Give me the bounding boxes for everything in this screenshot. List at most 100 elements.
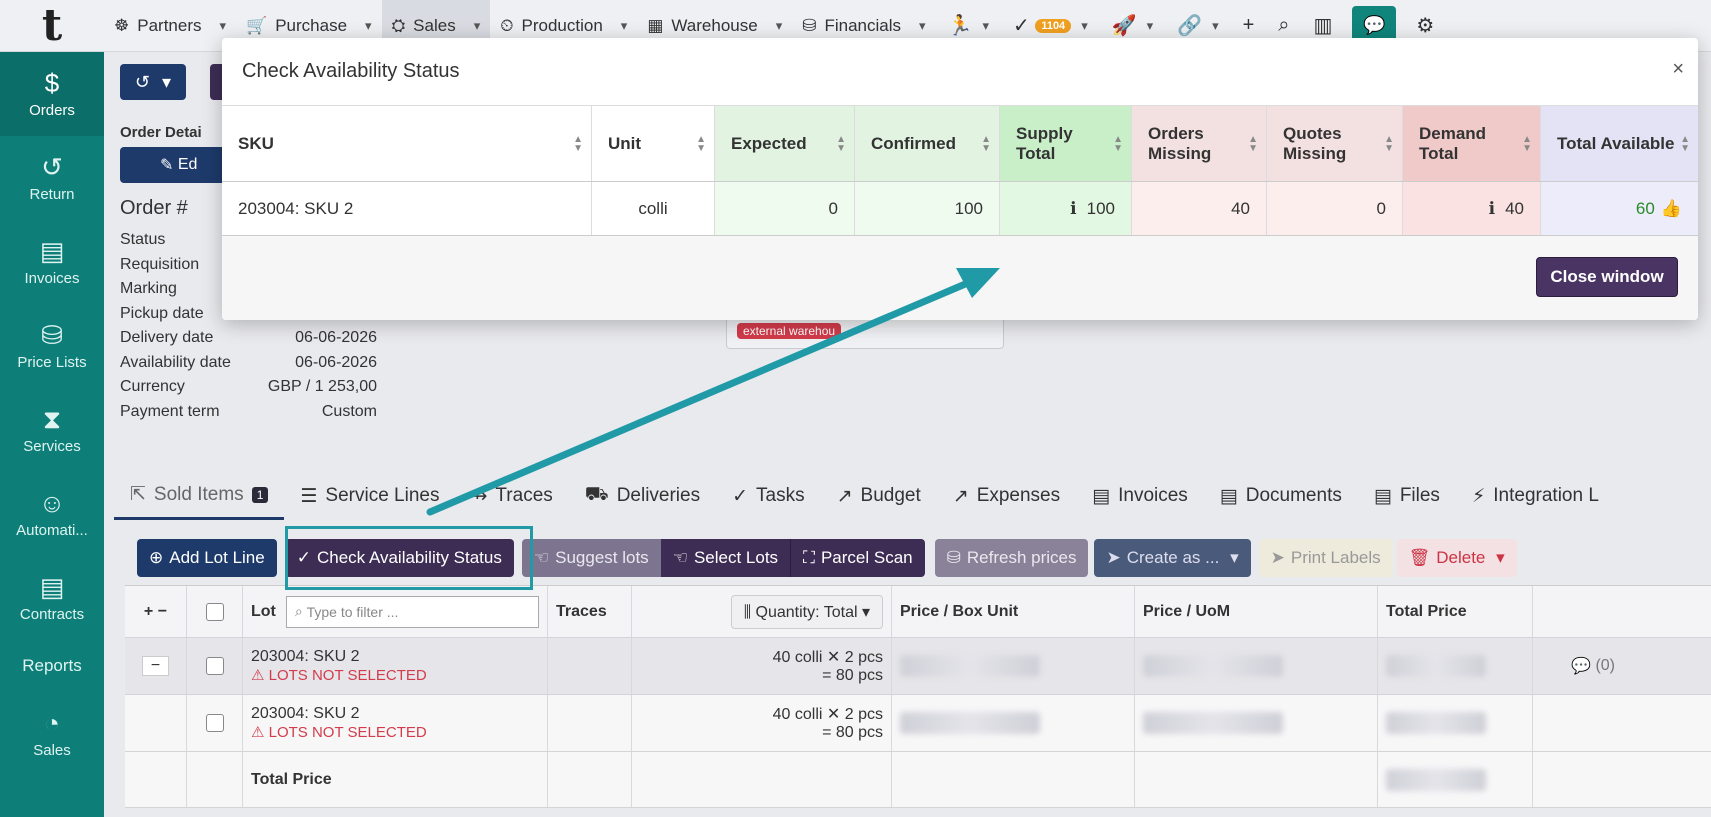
- tab-integration-log[interactable]: ⚡ Integration L: [1456, 472, 1615, 520]
- sidebar-item-return[interactable]: ↺ Return: [0, 136, 104, 220]
- price-uom-cell: [1135, 695, 1378, 751]
- unit-column-header[interactable]: Unit ▲ ▼: [592, 106, 715, 181]
- price-uom-column-header[interactable]: Price / UoM: [1135, 586, 1378, 637]
- info-icon[interactable]: ℹ: [1489, 199, 1495, 219]
- chevron-down-icon: ▾: [219, 17, 227, 33]
- sidebar-item-contracts[interactable]: ▤ Contracts: [0, 556, 104, 640]
- close-icon[interactable]: ×: [1672, 58, 1684, 81]
- order-field: Availability date 06-06-2026: [120, 353, 377, 371]
- availability-row: 203004: SKU 2 colli 0 100 ℹ 100 40 0 ℹ 40 …: [222, 182, 1698, 236]
- table-row[interactable]: − 203004: SKU 2 ⚠ LOTS NOT SELECTED 40 co…: [125, 638, 1711, 695]
- history-icon: ↺: [134, 71, 151, 92]
- hand-icon: ☜: [672, 548, 688, 567]
- refresh-prices-button[interactable]: ⛁ Refresh prices: [934, 539, 1089, 577]
- left-sidebar: $ Orders ↺ Return ▤ Invoices ⛁ Price Lists ⧗…: [0, 52, 104, 817]
- table-row[interactable]: 203004: SKU 2 ⚠ LOTS NOT SELECTED 40 coll…: [125, 695, 1711, 752]
- quantity-cell: 40 colli ✕ 2 pcs = 80 pcs: [632, 638, 892, 694]
- tab-budget[interactable]: ↗ Budget: [821, 472, 937, 520]
- sidebar-item-orders[interactable]: $ Orders: [0, 52, 104, 136]
- financials-icon: ⛁: [802, 15, 817, 35]
- tab-documents[interactable]: ▤ Documents: [1204, 472, 1358, 520]
- create-as-button[interactable]: ➤ Create as ... ▾: [1094, 539, 1251, 577]
- order-field: Payment term Custom: [120, 402, 377, 420]
- orders-icon: $: [44, 67, 60, 98]
- chevron-down-icon: ▾: [162, 71, 172, 92]
- modal-header: Check Availability Status ×: [222, 38, 1698, 106]
- chart-line-icon: ↗: [952, 485, 969, 507]
- sort-icon: ▲ ▼: [573, 133, 583, 154]
- sidebar-item-automation[interactable]: ☺ Automati...: [0, 472, 104, 556]
- traces-cell: [548, 638, 632, 694]
- tab-files[interactable]: ▤ Files: [1358, 472, 1456, 520]
- tab-tasks[interactable]: ✓ Tasks: [716, 472, 821, 520]
- sidebar-item-price-lists[interactable]: ⛁ Price Lists: [0, 304, 104, 388]
- tab-sold-items[interactable]: ⇱ Sold Items 1: [114, 472, 285, 520]
- close-window-button[interactable]: Close window: [1536, 257, 1678, 297]
- file-icon: ▤: [1373, 485, 1392, 507]
- external-warehouse-badge: external warehou: [737, 323, 842, 339]
- sidebar-item-sales[interactable]: ◔ Sales: [0, 692, 104, 776]
- lot-column-header[interactable]: Lot ⌕ Type to filter ...: [243, 586, 548, 637]
- sidebar-section-reports[interactable]: Reports: [0, 640, 104, 692]
- lot-filter-input[interactable]: ⌕ Type to filter ...: [285, 595, 539, 628]
- total-available-column-header[interactable]: Total Available ▲ ▼: [1541, 106, 1698, 181]
- price-box-column-header[interactable]: Price / Box Unit: [892, 586, 1135, 637]
- add-lot-line-button[interactable]: ⊕ Add Lot Line: [137, 539, 277, 577]
- info-icon[interactable]: ℹ: [1070, 199, 1076, 219]
- quantity-cell: 40 colli ✕ 2 pcs = 80 pcs: [632, 695, 892, 751]
- check-icon: ✓: [732, 485, 749, 507]
- lot-cell: 203004: SKU 2 ⚠ LOTS NOT SELECTED: [243, 695, 548, 751]
- delete-button[interactable]: 🗑 Delete ▾: [1396, 539, 1517, 577]
- demand-total-column-header[interactable]: Demand Total ▲ ▼: [1403, 106, 1541, 181]
- tab-expenses[interactable]: ↗ Expenses: [937, 472, 1076, 520]
- traces-column-header[interactable]: Traces: [548, 586, 632, 637]
- order-field: Currency GBP / 1 253,00: [120, 378, 377, 396]
- suggest-lots-button[interactable]: ☜ Suggest lots: [521, 539, 661, 577]
- grand-total-cell: [1378, 752, 1533, 807]
- nav-partners[interactable]: ☸ Partners ▾: [104, 0, 236, 52]
- total-price-cell: [1378, 695, 1533, 751]
- highlight-frame: [285, 526, 533, 590]
- orders-missing-column-header[interactable]: Orders Missing ▲ ▼: [1132, 106, 1267, 181]
- sidebar-item-services[interactable]: ⧗ Services: [0, 388, 104, 472]
- total-price-label: Total Price: [243, 752, 548, 807]
- tab-service-lines[interactable]: ☰ Service Lines: [284, 472, 455, 520]
- select-lots-button[interactable]: ☜ Select Lots: [660, 539, 791, 577]
- invoice-icon: ▤: [39, 235, 65, 266]
- print-labels-button[interactable]: ➤ Print Labels: [1258, 539, 1393, 577]
- supply-total-cell[interactable]: ℹ 100: [1000, 182, 1132, 235]
- pencil-icon: ✎: [160, 157, 178, 174]
- availability-header-row: SKU ▲ ▼ Unit ▲ ▼ Expected ▲ ▼ Confirmed ▲ ▼ Supp…: [222, 106, 1698, 182]
- unit-cell: colli: [592, 182, 715, 235]
- tab-deliveries[interactable]: ⛟ Deliveries: [569, 472, 716, 520]
- warehouse-icon: ▦: [647, 15, 664, 35]
- warehouse-card: external warehou: [726, 317, 1004, 349]
- quotes-missing-column-header[interactable]: Quotes Missing ▲ ▼: [1267, 106, 1403, 181]
- select-all-checkbox[interactable]: [187, 586, 243, 637]
- history-button[interactable]: ↺ ▾: [120, 64, 186, 100]
- app-logo[interactable]: t: [0, 0, 104, 52]
- total-price-column-header[interactable]: Total Price: [1378, 586, 1533, 637]
- collapse-button[interactable]: −: [125, 638, 187, 694]
- confirmed-cell: 100: [855, 182, 1000, 235]
- comments-button[interactable]: 💬 (0): [1533, 638, 1623, 694]
- traces-cell: [548, 695, 632, 751]
- row-checkbox[interactable]: [187, 638, 243, 694]
- sidebar-item-invoices[interactable]: ▤ Invoices: [0, 220, 104, 304]
- row-checkbox[interactable]: [187, 695, 243, 751]
- expand-collapse-controls[interactable]: + −: [125, 586, 187, 637]
- confirmed-column-header[interactable]: Confirmed ▲ ▼: [855, 106, 1000, 181]
- sales-icon: ⛭: [391, 15, 406, 35]
- tab-invoices[interactable]: ▤ Invoices: [1076, 472, 1204, 520]
- sort-icon: ▲ ▼: [836, 133, 846, 154]
- parcel-scan-button[interactable]: ⛶ Parcel Scan: [790, 539, 925, 577]
- sold-items-grid: + − Lot ⌕ Type to filter ... Traces ⫼ Qua…: [125, 585, 1711, 808]
- supply-total-column-header[interactable]: Supply Total ▲ ▼: [1000, 106, 1132, 181]
- send-icon: ➤: [1270, 548, 1285, 567]
- demand-total-cell[interactable]: ℹ 40: [1403, 182, 1541, 235]
- trace-icon: ↬: [471, 485, 488, 507]
- sku-column-header[interactable]: SKU ▲ ▼: [222, 106, 592, 181]
- quantity-column-header[interactable]: ⫼ Quantity: Total ▾: [632, 586, 892, 637]
- tab-traces[interactable]: ↬ Traces: [455, 472, 568, 520]
- expected-column-header[interactable]: Expected ▲ ▼: [715, 106, 855, 181]
